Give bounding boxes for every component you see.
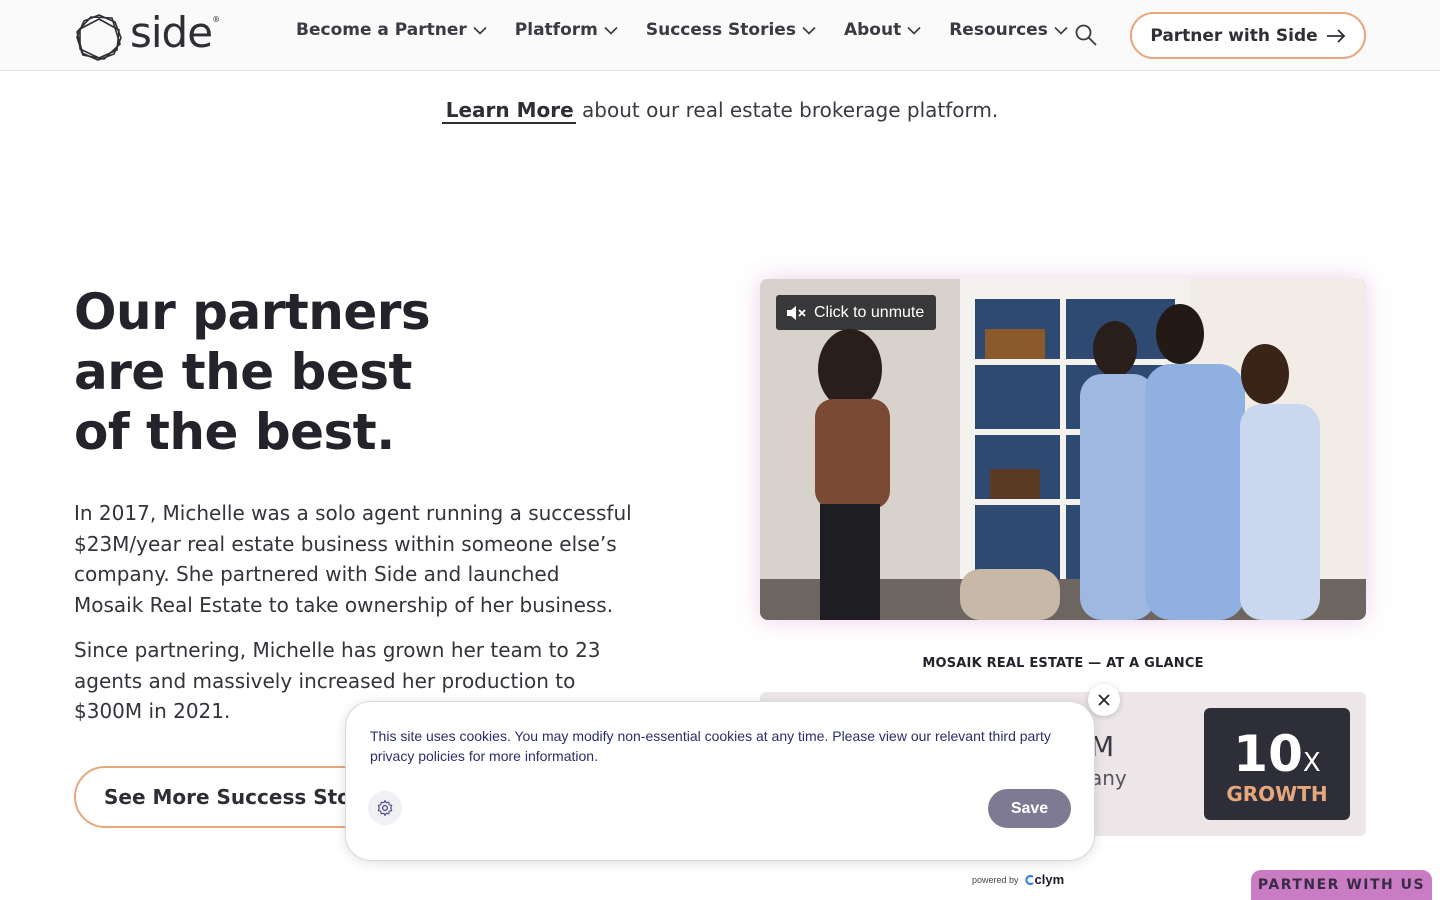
cookie-save-label: Save (1010, 799, 1049, 817)
side-logo-icon (76, 14, 122, 61)
main-nav: Become a Partner Platform Success Storie… (296, 20, 1096, 40)
unmute-label: Click to unmute (814, 303, 925, 321)
nav-label: Resources (949, 20, 1048, 40)
clym-brand[interactable]: clym (1024, 872, 1065, 887)
nav-become-partner[interactable]: Become a Partner (296, 20, 487, 40)
clym-label: clym (1034, 872, 1065, 887)
chevron-down-icon (802, 26, 816, 35)
arrow-right-icon (1326, 28, 1345, 43)
nav-platform[interactable]: Platform (515, 20, 618, 40)
story-video[interactable]: Click to unmute (760, 279, 1366, 620)
cookie-banner: This site uses cookies. You may modify n… (345, 701, 1095, 861)
nav-about[interactable]: About (844, 20, 921, 40)
cookie-save-button[interactable]: Save (988, 789, 1071, 828)
search-button[interactable] (1074, 23, 1098, 47)
chevron-down-icon (604, 26, 618, 35)
glance-stat-label: any (1090, 766, 1127, 790)
chevron-down-icon (1054, 26, 1068, 35)
growth-label: GROWTH (1226, 782, 1328, 806)
learn-more-link[interactable]: Learn More (441, 98, 576, 124)
powered-by-text: powered by (972, 874, 1019, 885)
cta-label: Partner with Side (1150, 25, 1318, 46)
chevron-down-icon (907, 26, 921, 35)
learn-more-text: about our real estate brokerage platform… (575, 98, 999, 122)
search-icon (1075, 24, 1097, 46)
site-header: side® Become a Partner Platform Success … (0, 0, 1440, 71)
partner-with-us-tab[interactable]: PARTNER WITH US (1251, 870, 1432, 900)
gear-icon (377, 799, 393, 817)
headline-line-2: are the best (74, 342, 430, 402)
partner-with-side-button[interactable]: Partner with Side (1130, 12, 1366, 59)
clym-logo-icon (1024, 874, 1034, 885)
unmute-button[interactable]: Click to unmute (776, 295, 937, 330)
headline-line-3: of the best. (74, 403, 395, 461)
headline-highlight: the best (181, 342, 412, 402)
nav-label: Platform (514, 20, 598, 40)
close-icon (1098, 694, 1110, 706)
nav-label: Success Stories (645, 20, 796, 40)
nav-label: About (843, 20, 902, 40)
cookie-message: This site uses cookies. You may modify n… (370, 728, 1051, 764)
story-paragraph-1: In 2017, Michelle was a solo agent runni… (74, 501, 632, 617)
nav-success-stories[interactable]: Success Stories (646, 20, 816, 40)
growth-number: 10 (1233, 725, 1303, 783)
growth-suffix: X (1302, 748, 1321, 778)
video-frame-image (760, 279, 1366, 620)
partner-tab-label: PARTNER WITH US (1257, 877, 1426, 893)
glance-title: MOSAIK REAL ESTATE — AT A GLANCE (922, 656, 1204, 671)
cookie-settings-button[interactable] (368, 791, 402, 825)
powered-by: powered by clym (972, 872, 1064, 887)
headline-line-1: Our partners (74, 283, 431, 341)
side-logo[interactable]: side® (74, 8, 220, 62)
cookie-close-button[interactable] (1088, 684, 1120, 716)
learn-more-line: Learn More about our real estate brokera… (0, 98, 1440, 124)
hero-headline: Our partners are the best of the best. (74, 282, 431, 462)
chevron-down-icon (473, 26, 487, 35)
headline-prefix: are (74, 343, 182, 401)
growth-badge: 10X GROWTH (1204, 708, 1350, 820)
nav-label: Become a Partner (296, 20, 467, 40)
logo-wordmark: side® (130, 8, 220, 57)
muted-speaker-icon (787, 305, 806, 320)
nav-resources[interactable]: Resources (949, 20, 1068, 40)
